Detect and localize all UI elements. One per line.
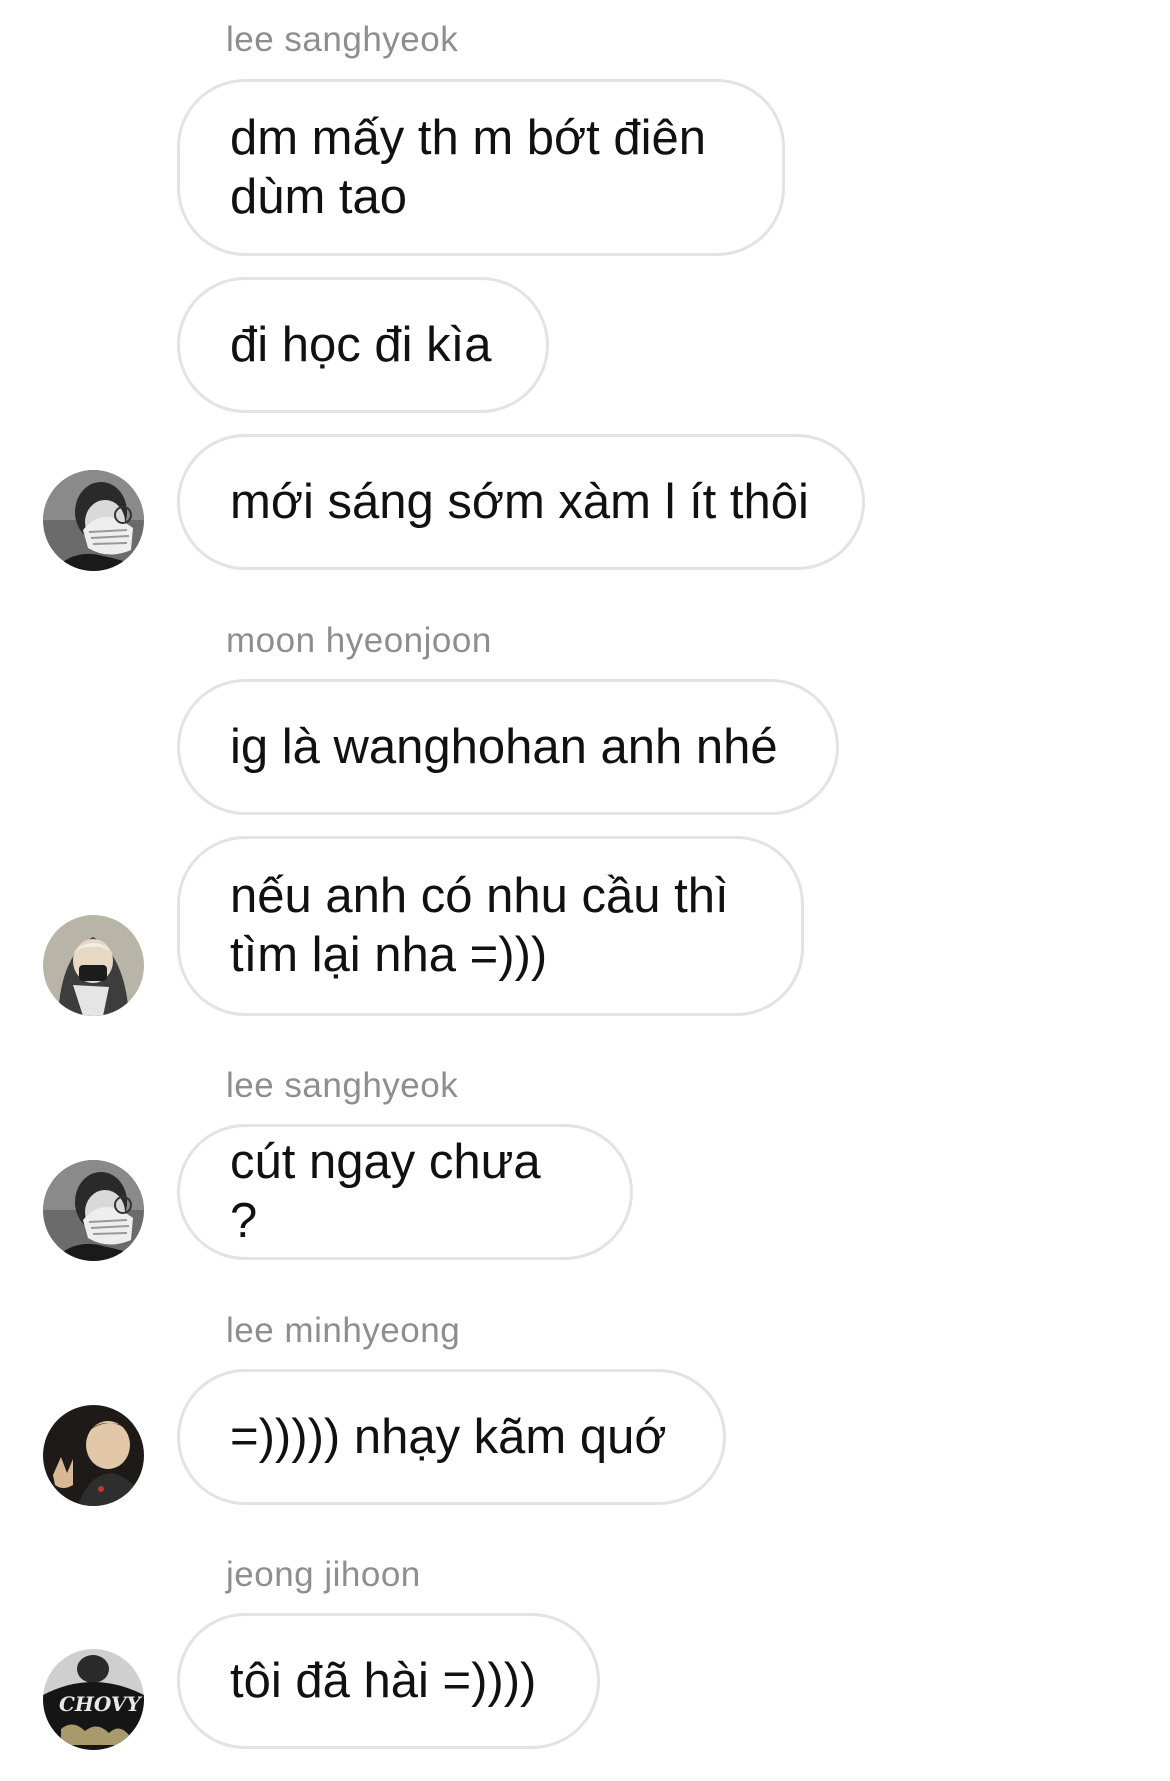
message-bubble[interactable]: =))))) nhạy kãm quớ: [177, 1369, 726, 1505]
avatar[interactable]: [43, 470, 144, 571]
avatar-photo-icon: [43, 1405, 144, 1506]
message-text: đi học đi kìa: [230, 317, 492, 372]
message-text: tôi đã hài =)))): [230, 1653, 537, 1708]
avatar[interactable]: CHOVY: [43, 1649, 144, 1750]
message-bubble[interactable]: dm mấy th m bớt điên dùm tao: [177, 79, 785, 256]
sender-name: lee sanghyeok: [226, 1066, 459, 1105]
avatar[interactable]: [43, 1405, 144, 1506]
avatar[interactable]: [43, 915, 144, 1016]
avatar-photo-icon: [43, 470, 144, 571]
message-bubble[interactable]: đi học đi kìa: [177, 277, 549, 413]
message-bubble[interactable]: mới sáng sớm xàm l ít thôi: [177, 434, 865, 570]
sender-name: moon hyeonjoon: [226, 621, 492, 660]
avatar-photo-icon: CHOVY: [43, 1649, 144, 1750]
sender-name: lee sanghyeok: [226, 20, 459, 59]
message-text: mới sáng sớm xàm l ít thôi: [230, 474, 809, 529]
message-bubble[interactable]: ig là wanghohan anh nhé: [177, 679, 839, 815]
message-text: ig là wanghohan anh nhé: [230, 719, 778, 774]
sender-name: lee minhyeong: [226, 1311, 461, 1350]
message-text: =))))) nhạy kãm quớ: [230, 1409, 667, 1464]
message-text: nếu anh có nhu cầu thì tìm lại nha =))): [230, 869, 729, 982]
avatar-photo-icon: [43, 1160, 144, 1261]
avatar-photo-icon: [43, 915, 144, 1016]
message-bubble[interactable]: nếu anh có nhu cầu thì tìm lại nha =))): [177, 836, 804, 1016]
avatar-shirt-text: CHOVY: [59, 1692, 142, 1716]
avatar[interactable]: [43, 1160, 144, 1261]
message-text: dm mấy th m bớt điên dùm tao: [230, 110, 707, 224]
message-bubble[interactable]: tôi đã hài =)))): [177, 1613, 600, 1749]
message-bubble[interactable]: cút ngay chưa ?: [177, 1124, 633, 1260]
sender-name: jeong jihoon: [226, 1555, 421, 1594]
message-text: cút ngay chưa ?: [230, 1135, 541, 1248]
